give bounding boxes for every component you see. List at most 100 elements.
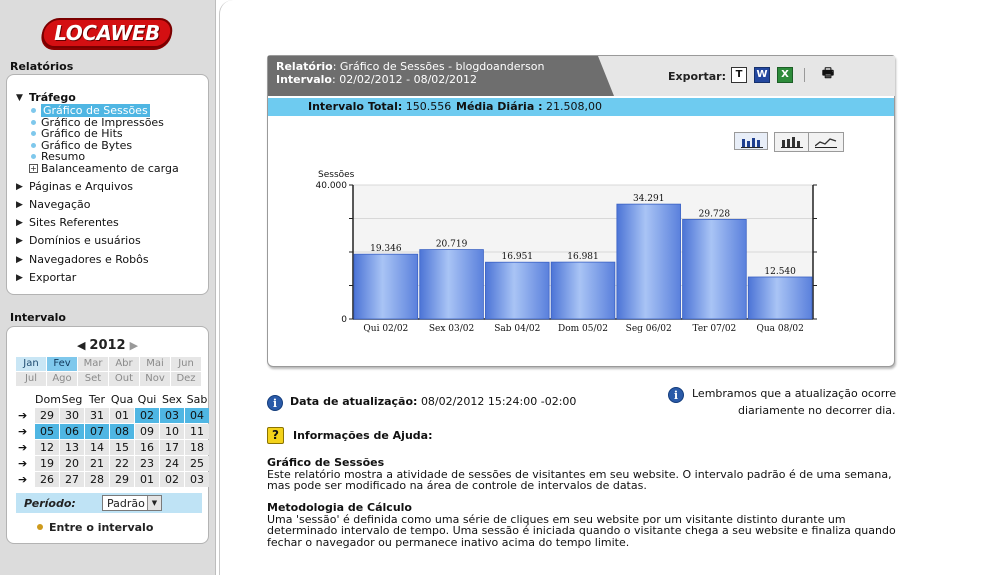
calendar-day-selected[interactable]: 07 (85, 424, 109, 439)
month-mai[interactable]: Mai (140, 357, 170, 371)
x-tick-label: Seg 06/02 (626, 324, 672, 334)
calendar-day[interactable]: 30 (60, 408, 84, 423)
calendar-day[interactable]: 29 (110, 472, 134, 487)
calendar-day-selected[interactable]: 08 (110, 424, 134, 439)
intervalo-title: Intervalo (10, 311, 66, 324)
help-text: fechar o navegador ou permanece inativo … (267, 535, 630, 549)
calendar-day[interactable]: 09 (135, 424, 159, 439)
month-nov[interactable]: Nov (140, 372, 170, 386)
calendar-day[interactable]: 10 (160, 424, 184, 439)
calendar-day[interactable]: 03 (185, 472, 209, 487)
bar (485, 261, 550, 320)
reminder-line-1: Lembramos que a atualização ocorre (692, 387, 897, 400)
calendar-day[interactable]: 17 (160, 440, 184, 455)
calendar-day[interactable]: 29 (35, 408, 59, 423)
totals-bar: Intervalo Total: 150.556 Média Diária : … (268, 98, 894, 116)
calendar-day[interactable]: 24 (160, 456, 184, 471)
locaweb-logo[interactable]: LOCAWEB (39, 18, 175, 48)
bar-chart-icon[interactable] (734, 132, 768, 150)
reminder-line-2: diariamente no decorrer dia. (738, 404, 896, 417)
x-tick-label: Sex 03/02 (429, 324, 474, 334)
calendar-day[interactable]: 12 (35, 440, 59, 455)
bar-value-label: 19.346 (370, 244, 402, 254)
calendar-day[interactable]: 13 (60, 440, 84, 455)
calendar-day[interactable]: 02 (160, 472, 184, 487)
periodo-row: Período: Padrão ▼ (16, 493, 202, 513)
calendar-day-selected[interactable]: 02 (135, 408, 159, 423)
bar-value-label: 20.719 (436, 240, 468, 250)
calendar-day[interactable]: 01 (110, 408, 134, 423)
periodo-select[interactable]: Padrão ▼ (102, 495, 162, 511)
calendar-day[interactable]: 20 (60, 456, 84, 471)
calendar-day-selected[interactable]: 05 (35, 424, 59, 439)
month-fev[interactable]: Fev (47, 357, 77, 371)
calendar-day-selected[interactable]: 04 (185, 408, 209, 423)
calendar-day[interactable]: 31 (85, 408, 109, 423)
bar-value-label: 16.951 (502, 252, 534, 262)
export-excel-icon[interactable]: X (777, 67, 793, 83)
month-abr[interactable]: Abr (109, 357, 139, 371)
next-year-icon[interactable]: ▶ (130, 339, 138, 352)
calendar-day[interactable]: 28 (85, 472, 109, 487)
nav-item-exportar[interactable]: ▶ Exportar (15, 269, 200, 287)
month-dez[interactable]: Dez (171, 372, 201, 386)
calendar-day[interactable]: 22 (110, 456, 134, 471)
select-week-icon[interactable]: ➔ (16, 472, 34, 487)
weekday-header: Sex (161, 393, 183, 406)
report-header: Relatório: Gráfico de Sessões - blogdoan… (268, 56, 895, 96)
select-week-icon[interactable]: ➔ (16, 408, 34, 423)
month-jan[interactable]: Jan (16, 357, 46, 371)
nav-sub-balanceamento[interactable]: + Balanceamento de carga (15, 163, 200, 175)
export-word-icon[interactable]: W (754, 67, 770, 83)
calendar-day[interactable]: 23 (135, 456, 159, 471)
nav-item-trafego[interactable]: ▼ Tráfego (15, 91, 200, 105)
nav-item-paginas[interactable]: ▶ Páginas e Arquivos (15, 178, 200, 196)
month-set[interactable]: Set (78, 372, 108, 386)
calendar-day[interactable]: 15 (110, 440, 134, 455)
line-chart-icon[interactable] (809, 133, 843, 151)
month-jul[interactable]: Jul (16, 372, 46, 386)
y-tick-label: 40.000 (316, 181, 348, 191)
bar-value-label: 34.291 (633, 194, 665, 204)
nav-item-navegadores[interactable]: ▶ Navegadores e Robôs (15, 251, 200, 269)
month-mar[interactable]: Mar (78, 357, 108, 371)
select-week-icon[interactable]: ➔ (16, 440, 34, 455)
calendar-day[interactable]: 21 (85, 456, 109, 471)
select-week-icon[interactable]: ➔ (16, 456, 34, 471)
prev-year-icon[interactable]: ◀ (77, 339, 85, 352)
calendar-day[interactable]: 18 (185, 440, 209, 455)
bar (550, 261, 616, 320)
column-chart-icon[interactable] (775, 133, 809, 151)
month-ago[interactable]: Ago (47, 372, 77, 386)
entre-intervalo-option[interactable]: Entre o intervalo (37, 521, 202, 534)
calendar-day[interactable]: 01 (135, 472, 159, 487)
nav-item-sites-referentes[interactable]: ▶ Sites Referentes (15, 214, 200, 232)
calendar-day[interactable]: 19 (35, 456, 59, 471)
radio-bullet-icon[interactable] (37, 524, 43, 530)
bar (682, 219, 747, 320)
year-value: 2012 (89, 338, 126, 353)
intervalo-panel: ◀ 2012 ▶ Jan Fev Mar Abr Mai Jun Jul Ago S… (6, 326, 209, 544)
print-icon[interactable]: 🖶 (820, 67, 836, 83)
calendar-day[interactable]: 11 (185, 424, 209, 439)
calendar-day-selected[interactable]: 03 (160, 408, 184, 423)
calendar-day[interactable]: 27 (60, 472, 84, 487)
calendar-day[interactable]: 16 (135, 440, 159, 455)
help-title: Informações de Ajuda: (293, 429, 433, 442)
select-week-icon[interactable]: ➔ (16, 424, 34, 439)
help-icon: ? (267, 427, 284, 444)
dropdown-arrow-icon[interactable]: ▼ (147, 496, 161, 510)
weekday-header: Dom (35, 393, 61, 406)
nav-item-navegacao[interactable]: ▶ Navegação (15, 196, 200, 214)
calendar-day-selected[interactable]: 06 (60, 424, 84, 439)
sessions-bar-chart: Sessões40.000 0 19.346 Qui 02/02 20.719 Sex 0… (316, 170, 817, 334)
calendar-day[interactable]: 26 (35, 472, 59, 487)
relatorios-title: Relatórios (10, 60, 74, 73)
month-jun[interactable]: Jun (171, 357, 201, 371)
calendar-day[interactable]: 14 (85, 440, 109, 455)
calendar-day[interactable]: 25 (185, 456, 209, 471)
export-text-icon[interactable]: T (731, 67, 747, 83)
month-out[interactable]: Out (109, 372, 139, 386)
expand-plus-icon[interactable]: + (29, 163, 38, 173)
nav-item-dominios[interactable]: ▶ Domínios e usuários (15, 232, 200, 250)
